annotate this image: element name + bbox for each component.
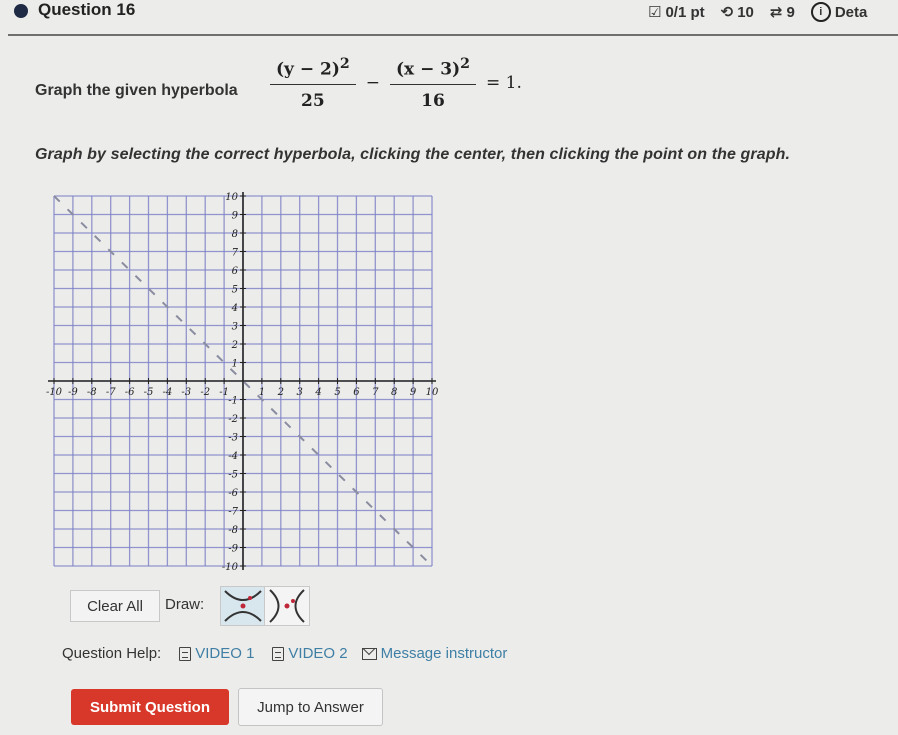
x-tick-label: -7 <box>106 387 116 398</box>
y-tick-label: -7 <box>228 507 238 518</box>
y-tick-label: 3 <box>232 322 238 333</box>
x-tick-label: 1 <box>259 387 265 398</box>
details-link[interactable]: Deta <box>835 4 868 21</box>
y-tick-label: -5 <box>228 470 238 481</box>
x-tick-label: -5 <box>144 387 154 398</box>
fraction-x-term: (x − 3)2 16 <box>389 56 476 111</box>
y-term-numerator: (y − 2) <box>276 59 340 80</box>
question-title: Question 16 <box>38 0 136 19</box>
x-term-denominator: 16 <box>421 90 445 111</box>
checkbox-icon: ☑ <box>648 4 662 21</box>
y-tick-label: 10 <box>225 192 238 203</box>
question-help: Question Help: VIDEO 1 VIDEO 2 Message i… <box>62 645 507 662</box>
y-term-exponent: 2 <box>339 56 350 72</box>
x-tick-label: 4 <box>314 387 321 398</box>
y-tick-label: -8 <box>228 525 238 536</box>
equation-rhs: = 1. <box>485 73 522 94</box>
x-tick-label: 6 <box>353 387 360 398</box>
x-tick-label: -8 <box>87 387 97 398</box>
x-tick-label: -4 <box>163 387 173 398</box>
y-tick-label: -10 <box>222 562 239 573</box>
hyperbola-equation: (y − 2)2 25 − (x − 3)2 16 = 1. <box>266 56 528 111</box>
x-tick-label: 9 <box>410 387 417 398</box>
y-tick-label: 2 <box>231 340 238 351</box>
y-tick-label: 6 <box>232 266 239 277</box>
fraction-y-term: (y − 2)2 25 <box>270 56 356 111</box>
score-text: 0/1 pt <box>665 3 705 21</box>
clear-all-button[interactable]: Clear All <box>70 590 160 622</box>
x-tick-label: 8 <box>391 387 397 398</box>
retry-icon: ⟲ <box>720 4 734 21</box>
info-icon[interactable]: i <box>810 2 831 22</box>
y-term-denominator: 25 <box>301 90 325 111</box>
draw-label: Draw: <box>165 596 205 613</box>
y-tick-label: -6 <box>228 488 238 499</box>
question-meta: ☑ 0/1 pt ⟲ 10 ⇄ 9 i Deta <box>648 2 867 22</box>
y-tick-label: -1 <box>228 396 238 407</box>
y-tick-label: 4 <box>231 303 238 314</box>
attempts-count: 9 <box>786 3 795 21</box>
vertical-hyperbola-icon <box>224 590 262 622</box>
video-1-link[interactable]: VIDEO 1 <box>195 645 254 662</box>
question-status-dot-icon <box>14 4 28 18</box>
x-tick-label: 2 <box>277 387 284 398</box>
document-icon <box>179 646 192 661</box>
x-tick-label: -6 <box>125 387 135 398</box>
jump-to-answer-button[interactable]: Jump to Answer <box>238 688 383 726</box>
x-tick-label: 10 <box>426 387 439 398</box>
graph-canvas[interactable]: -10 -9 -8 -7 -6 -5 -4 -3 -2 -1 1 2 3 4 5 6 7 8 9 1010987654… <box>40 188 440 578</box>
question-prompt: Graph the given hyperbola <box>35 82 238 99</box>
question-help-label: Question Help: <box>62 645 162 662</box>
x-tick-label: -9 <box>68 387 78 398</box>
y-tick-label: -3 <box>228 433 238 444</box>
vertical-hyperbola-tool-button[interactable] <box>220 586 266 626</box>
x-tick-label: -3 <box>181 387 191 398</box>
y-tick-label: -4 <box>228 451 238 462</box>
x-tick-label: 3 <box>297 387 303 398</box>
header-divider <box>8 34 898 36</box>
message-instructor-link[interactable]: Message instructor <box>381 645 508 662</box>
arrows-cycle-icon: ⇄ <box>769 4 783 21</box>
envelope-icon <box>361 647 377 660</box>
y-tick-label: 7 <box>232 248 239 259</box>
x-tick-label: -10 <box>46 387 63 398</box>
minus-operator: − <box>365 73 380 94</box>
y-tick-label: -2 <box>228 414 238 425</box>
submit-question-button[interactable]: Submit Question <box>71 689 229 725</box>
x-tick-label: 7 <box>372 387 379 398</box>
x-term-numerator: (x − 3) <box>395 59 461 80</box>
retries-count: 10 <box>737 3 754 21</box>
y-tick-label: 9 <box>232 211 239 222</box>
horizontal-hyperbola-tool-button[interactable] <box>264 586 310 626</box>
instruction-text: Graph by selecting the correct hyperbola… <box>35 146 791 163</box>
x-tick-label: -2 <box>200 387 210 398</box>
y-tick-label: 8 <box>232 229 238 240</box>
y-tick-label: -9 <box>228 544 238 555</box>
horizontal-hyperbola-icon <box>269 589 305 623</box>
x-tick-label: 5 <box>334 387 340 398</box>
y-tick-label: 1 <box>232 359 238 370</box>
x-term-exponent: 2 <box>460 56 470 72</box>
video-2-link[interactable]: VIDEO 2 <box>288 645 347 662</box>
document-icon <box>272 646 285 661</box>
question-header: Question 16 ☑ 0/1 pt ⟲ 10 ⇄ 9 i Deta <box>0 0 898 34</box>
y-tick-label: 5 <box>232 285 238 296</box>
